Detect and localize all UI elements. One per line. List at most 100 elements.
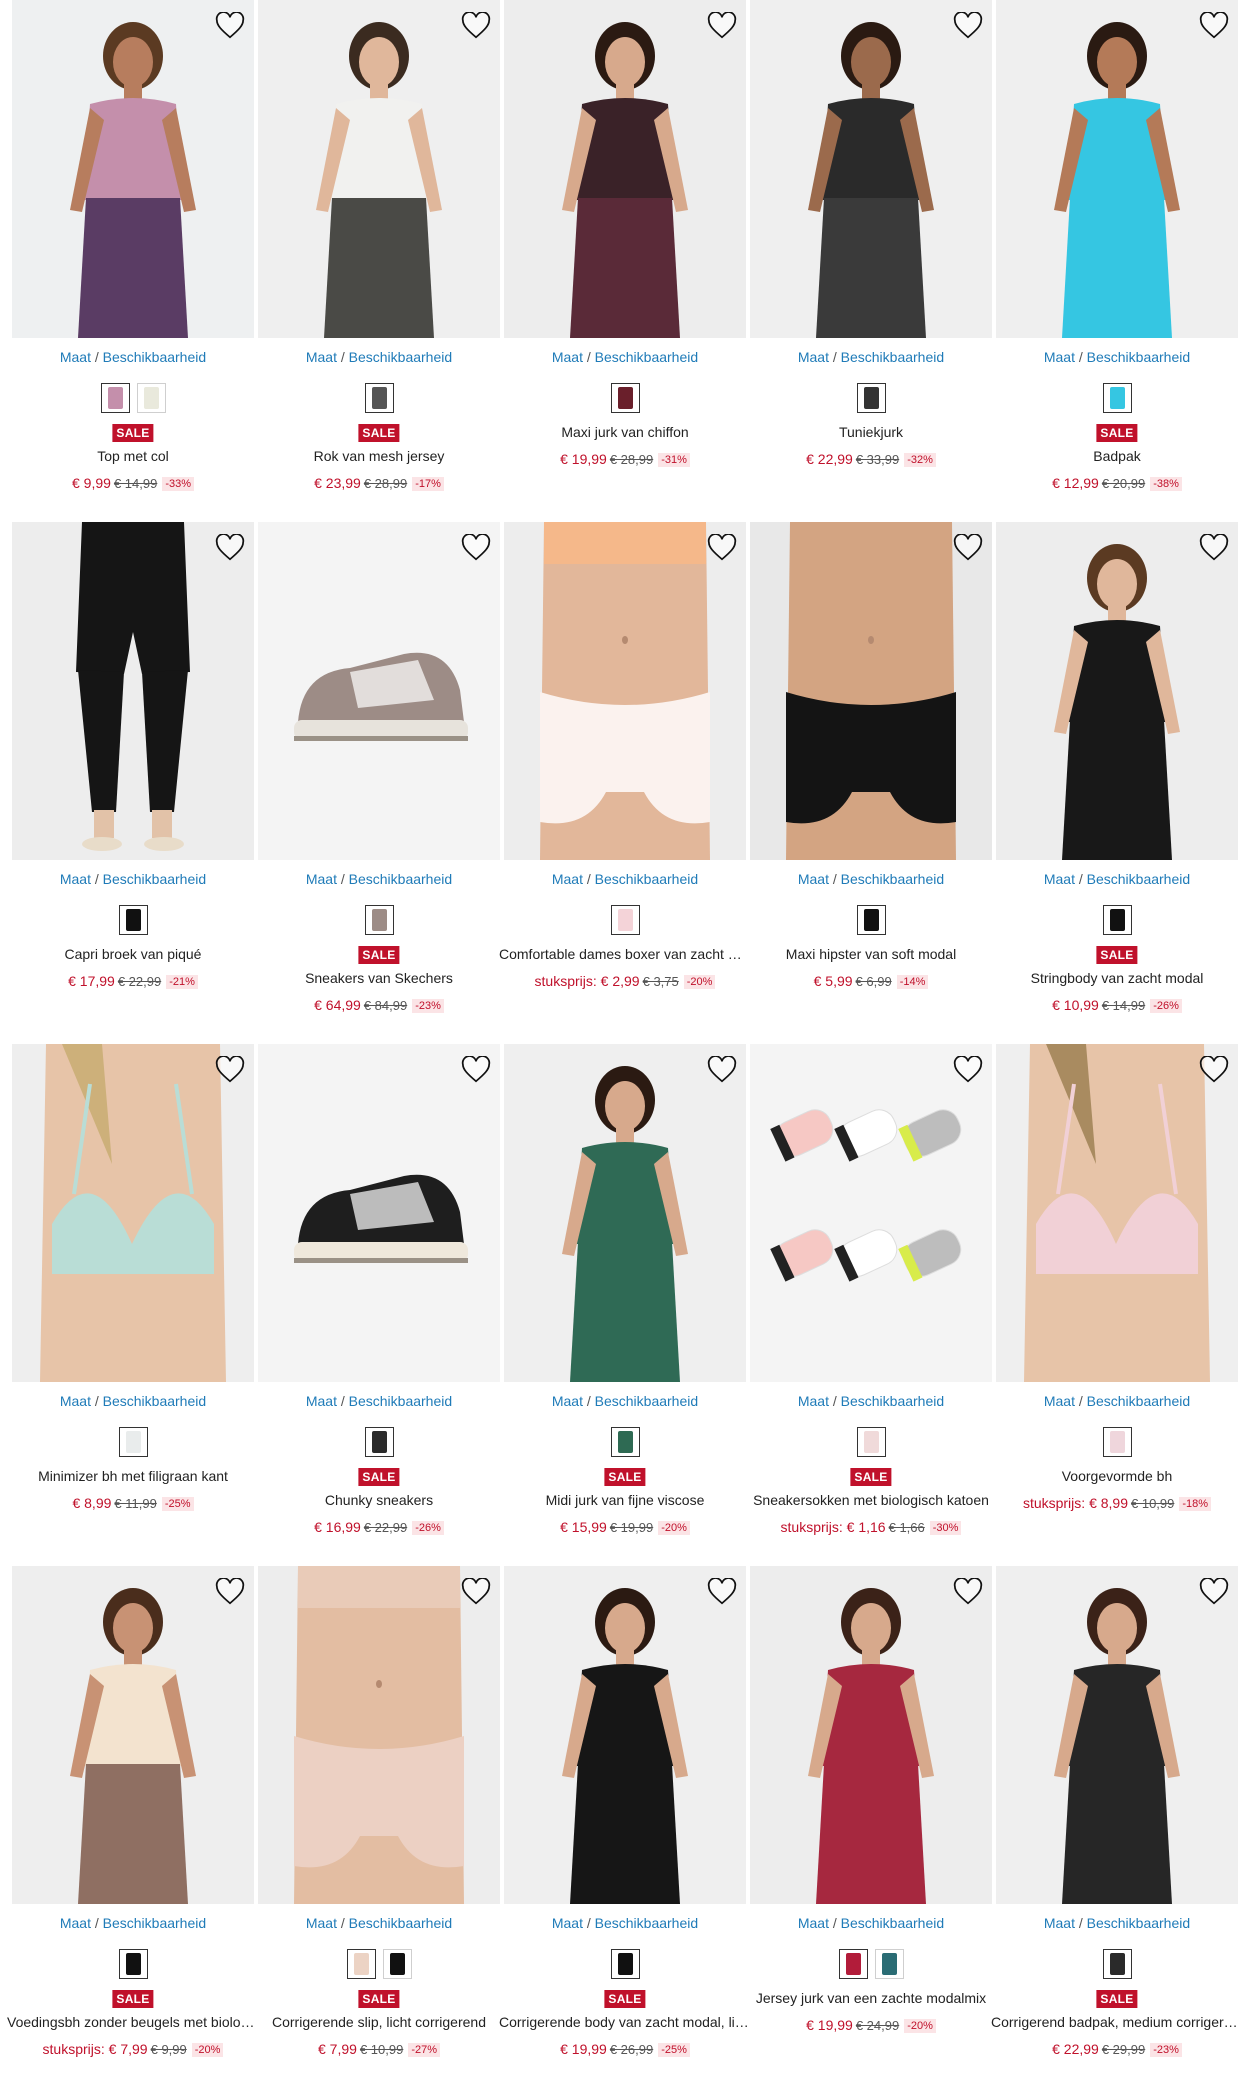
availability-link[interactable]: Beschikbaarheid xyxy=(841,349,945,365)
wishlist-heart-icon[interactable] xyxy=(1199,533,1229,562)
product-photo[interactable] xyxy=(12,0,254,338)
size-link[interactable]: Maat xyxy=(60,1393,91,1409)
product-name[interactable]: Maxi hipster van soft modal xyxy=(745,946,997,962)
availability-link[interactable]: Beschikbaarheid xyxy=(841,1915,945,1931)
product-photo[interactable] xyxy=(258,1044,500,1382)
product-name[interactable]: Tuniekjurk xyxy=(745,424,997,440)
color-swatch[interactable] xyxy=(382,1949,412,1979)
product-image[interactable] xyxy=(258,1044,500,1382)
size-link[interactable]: Maat xyxy=(306,1393,337,1409)
wishlist-heart-icon[interactable] xyxy=(461,1577,491,1606)
availability-link[interactable]: Beschikbaarheid xyxy=(103,1393,207,1409)
product-photo[interactable] xyxy=(996,522,1238,860)
size-link[interactable]: Maat xyxy=(1044,349,1075,365)
product-photo[interactable] xyxy=(504,1566,746,1904)
product-image[interactable] xyxy=(12,1566,254,1904)
size-availability-link[interactable]: Maat / Beschikbaarheid xyxy=(12,1915,254,1931)
availability-link[interactable]: Beschikbaarheid xyxy=(349,1915,453,1931)
color-swatch[interactable] xyxy=(1102,1427,1132,1457)
product-image[interactable] xyxy=(12,1044,254,1382)
product-name[interactable]: Midi jurk van fijne viscose xyxy=(499,1492,751,1508)
color-swatch[interactable] xyxy=(838,1949,868,1979)
product-photo[interactable] xyxy=(996,1566,1238,1904)
color-swatch[interactable] xyxy=(856,905,886,935)
size-link[interactable]: Maat xyxy=(798,1393,829,1409)
color-swatch[interactable] xyxy=(100,383,130,413)
wishlist-heart-icon[interactable] xyxy=(461,1055,491,1084)
product-name[interactable]: Sneakers van Skechers xyxy=(253,970,505,986)
product-image[interactable] xyxy=(12,0,254,338)
size-availability-link[interactable]: Maat / Beschikbaarheid xyxy=(258,349,500,365)
product-image[interactable] xyxy=(996,1566,1238,1904)
availability-link[interactable]: Beschikbaarheid xyxy=(841,871,945,887)
color-swatch[interactable] xyxy=(364,1427,394,1457)
availability-link[interactable]: Beschikbaarheid xyxy=(595,1393,699,1409)
size-availability-link[interactable]: Maat / Beschikbaarheid xyxy=(504,1915,746,1931)
size-availability-link[interactable]: Maat / Beschikbaarheid xyxy=(12,871,254,887)
size-link[interactable]: Maat xyxy=(306,1915,337,1931)
availability-link[interactable]: Beschikbaarheid xyxy=(1087,1393,1191,1409)
size-availability-link[interactable]: Maat / Beschikbaarheid xyxy=(504,349,746,365)
color-swatch[interactable] xyxy=(610,1427,640,1457)
size-link[interactable]: Maat xyxy=(60,1915,91,1931)
product-name[interactable]: Rok van mesh jersey xyxy=(253,448,505,464)
size-availability-link[interactable]: Maat / Beschikbaarheid xyxy=(996,871,1238,887)
size-link[interactable]: Maat xyxy=(60,349,91,365)
product-photo[interactable] xyxy=(258,0,500,338)
product-name[interactable]: Badpak xyxy=(991,448,1243,464)
size-link[interactable]: Maat xyxy=(552,349,583,365)
product-photo[interactable] xyxy=(996,1044,1238,1382)
product-name[interactable]: Voorgevormde bh xyxy=(991,1468,1243,1484)
wishlist-heart-icon[interactable] xyxy=(461,533,491,562)
color-swatch[interactable] xyxy=(1102,1949,1132,1979)
product-image[interactable] xyxy=(996,1044,1238,1382)
color-swatch[interactable] xyxy=(118,1949,148,1979)
product-photo[interactable] xyxy=(750,522,992,860)
product-photo[interactable] xyxy=(750,0,992,338)
product-image[interactable] xyxy=(504,1566,746,1904)
product-image[interactable] xyxy=(504,522,746,860)
size-link[interactable]: Maat xyxy=(552,871,583,887)
product-image[interactable] xyxy=(258,522,500,860)
wishlist-heart-icon[interactable] xyxy=(215,1055,245,1084)
availability-link[interactable]: Beschikbaarheid xyxy=(103,349,207,365)
product-name[interactable]: Corrigerende slip, licht corrigerend xyxy=(253,2014,505,2030)
wishlist-heart-icon[interactable] xyxy=(1199,1055,1229,1084)
color-swatch[interactable] xyxy=(1102,905,1132,935)
wishlist-heart-icon[interactable] xyxy=(215,11,245,40)
availability-link[interactable]: Beschikbaarheid xyxy=(349,871,453,887)
wishlist-heart-icon[interactable] xyxy=(461,11,491,40)
wishlist-heart-icon[interactable] xyxy=(953,1055,983,1084)
size-availability-link[interactable]: Maat / Beschikbaarheid xyxy=(996,1393,1238,1409)
color-swatch[interactable] xyxy=(118,1427,148,1457)
color-swatch[interactable] xyxy=(856,383,886,413)
wishlist-heart-icon[interactable] xyxy=(1199,1577,1229,1606)
product-photo[interactable] xyxy=(12,1044,254,1382)
color-swatch[interactable] xyxy=(136,383,166,413)
wishlist-heart-icon[interactable] xyxy=(1199,11,1229,40)
color-swatch[interactable] xyxy=(364,383,394,413)
wishlist-heart-icon[interactable] xyxy=(953,11,983,40)
size-availability-link[interactable]: Maat / Beschikbaarheid xyxy=(258,1393,500,1409)
product-photo[interactable] xyxy=(750,1566,992,1904)
wishlist-heart-icon[interactable] xyxy=(215,533,245,562)
product-name[interactable]: Top met col xyxy=(7,448,259,464)
product-image[interactable] xyxy=(750,522,992,860)
size-link[interactable]: Maat xyxy=(1044,1393,1075,1409)
color-swatch[interactable] xyxy=(610,905,640,935)
size-link[interactable]: Maat xyxy=(60,871,91,887)
product-name[interactable]: Stringbody van zacht modal xyxy=(991,970,1243,986)
product-photo[interactable] xyxy=(504,522,746,860)
product-name[interactable]: Capri broek van piqué xyxy=(7,946,259,962)
product-image[interactable] xyxy=(504,1044,746,1382)
product-name[interactable]: Sneakersokken met biologisch katoen xyxy=(745,1492,997,1508)
availability-link[interactable]: Beschikbaarheid xyxy=(1087,1915,1191,1931)
size-availability-link[interactable]: Maat / Beschikbaarheid xyxy=(504,871,746,887)
size-availability-link[interactable]: Maat / Beschikbaarheid xyxy=(504,1393,746,1409)
wishlist-heart-icon[interactable] xyxy=(707,1055,737,1084)
product-photo[interactable] xyxy=(996,0,1238,338)
product-name[interactable]: Corrigerende body van zacht modal, licht… xyxy=(499,2014,751,2030)
size-link[interactable]: Maat xyxy=(798,871,829,887)
size-availability-link[interactable]: Maat / Beschikbaarheid xyxy=(12,1393,254,1409)
product-photo[interactable] xyxy=(504,0,746,338)
